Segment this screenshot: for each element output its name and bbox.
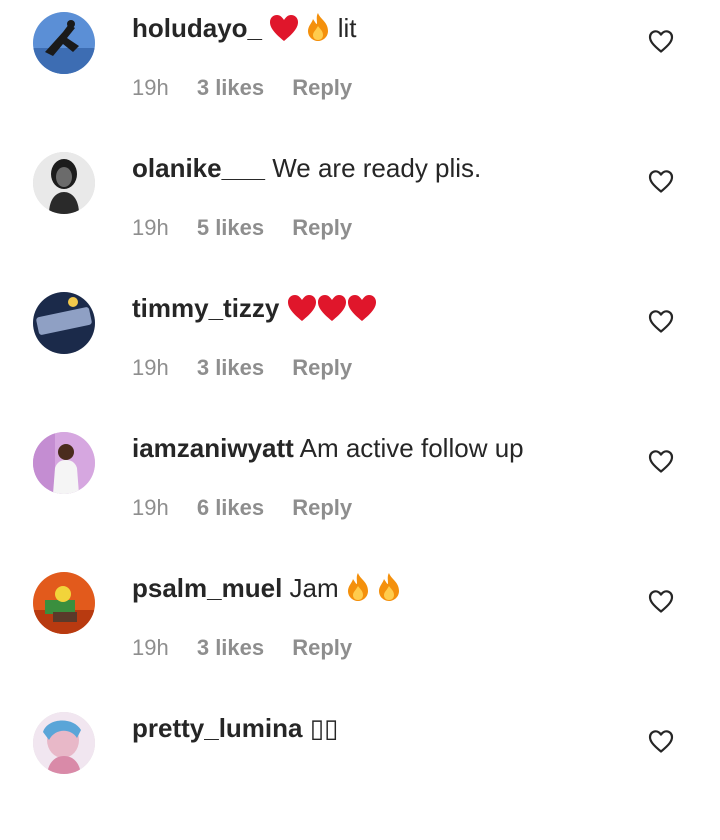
comment-body: Am active follow up: [299, 433, 524, 463]
comment-text-line: timmy_tizzy: [132, 290, 377, 331]
heart-outline-icon[interactable]: [647, 447, 675, 475]
comment-item: pretty_lumina ▯▯: [0, 700, 720, 840]
avatar[interactable]: [33, 712, 95, 774]
comment-body: We are ready plis.: [272, 153, 482, 183]
heart-outline-icon[interactable]: [647, 727, 675, 755]
comment-username[interactable]: psalm_muel: [132, 573, 282, 603]
comment-time: 19h: [132, 215, 169, 240]
heart-outline-icon[interactable]: [647, 27, 675, 55]
reply-button[interactable]: Reply: [292, 355, 352, 380]
comment-meta: 19h 5 likes Reply: [132, 212, 352, 244]
heart-outline-icon[interactable]: [647, 307, 675, 335]
avatar[interactable]: [33, 432, 95, 494]
comment-text-line: olanike___ We are ready plis.: [132, 150, 481, 186]
heart-outline-icon[interactable]: [647, 167, 675, 195]
comment-item: timmy_tizzy 19h 3 likes Reply: [0, 280, 720, 420]
comment-item: psalm_muel Jam 19h 3 likes Reply: [0, 560, 720, 700]
comment-text-line: psalm_muel Jam: [132, 570, 401, 611]
comment-body: Jam: [289, 573, 339, 603]
comment-username[interactable]: timmy_tizzy: [132, 293, 279, 323]
comment-time: 19h: [132, 75, 169, 100]
fire-emoji: [346, 572, 370, 611]
comment-body: lit: [337, 13, 357, 43]
red-heart-emoji: [317, 294, 347, 331]
comment-meta: 19h 3 likes Reply: [132, 72, 352, 104]
comment-meta: 19h 6 likes Reply: [132, 492, 352, 524]
red-heart-emoji: [347, 294, 377, 331]
comment-text-line: holudayo_ lit: [132, 10, 357, 51]
red-heart-emoji: [287, 294, 317, 331]
avatar[interactable]: [33, 572, 95, 634]
fire-emoji: [306, 12, 330, 51]
comment-likes[interactable]: 3 likes: [197, 355, 264, 380]
comment-username[interactable]: holudayo_: [132, 13, 262, 43]
comment-username[interactable]: pretty_lumina: [132, 713, 303, 743]
comment-time: 19h: [132, 355, 169, 380]
fire-emoji: [377, 572, 401, 611]
comment-likes[interactable]: 6 likes: [197, 495, 264, 520]
comment-text-line: pretty_lumina ▯▯: [132, 710, 338, 746]
comment-time: 19h: [132, 495, 169, 520]
comment-meta: 19h 3 likes Reply: [132, 352, 352, 384]
comment-likes[interactable]: 3 likes: [197, 635, 264, 660]
reply-button[interactable]: Reply: [292, 75, 352, 100]
comment-likes[interactable]: 5 likes: [197, 215, 264, 240]
reply-button[interactable]: Reply: [292, 215, 352, 240]
avatar[interactable]: [33, 292, 95, 354]
comment-item: olanike___ We are ready plis. 19h 5 like…: [0, 140, 720, 280]
comment-username[interactable]: iamzaniwyatt: [132, 433, 294, 463]
heart-outline-icon[interactable]: [647, 587, 675, 615]
reply-button[interactable]: Reply: [292, 635, 352, 660]
comment-meta: 19h 3 likes Reply: [132, 632, 352, 664]
avatar[interactable]: [33, 152, 95, 214]
comment-text-line: iamzaniwyatt Am active follow up: [132, 430, 524, 466]
comment-likes[interactable]: 3 likes: [197, 75, 264, 100]
reply-button[interactable]: Reply: [292, 495, 352, 520]
comment-body: ▯▯: [309, 713, 339, 743]
avatar[interactable]: [33, 12, 95, 74]
comment-username[interactable]: olanike___: [132, 153, 265, 183]
comment-time: 19h: [132, 635, 169, 660]
red-heart-emoji: [269, 14, 299, 51]
comment-item: iamzaniwyatt Am active follow up 19h 6 l…: [0, 420, 720, 560]
comment-item: holudayo_ lit 19h 3 likes Reply: [0, 0, 720, 140]
